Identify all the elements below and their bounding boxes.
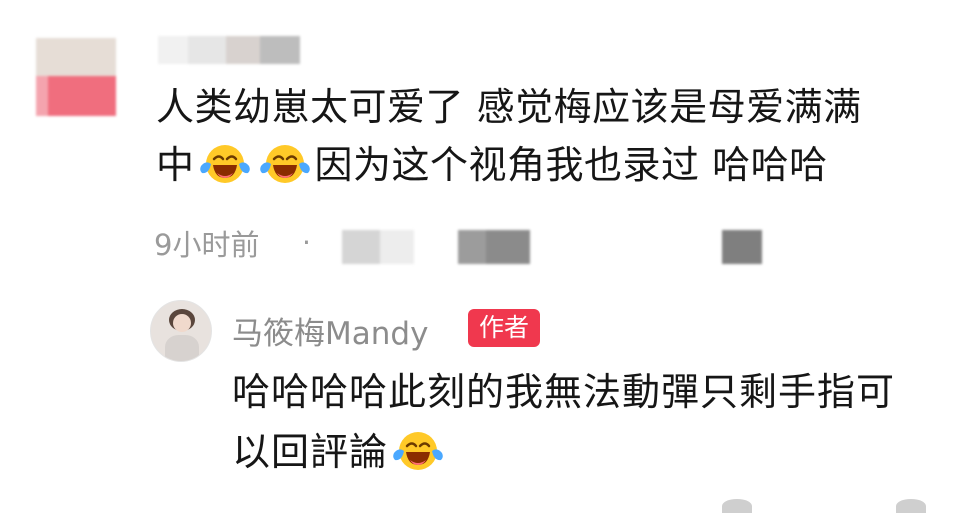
reply-button-redacted[interactable]	[458, 230, 530, 264]
location-redacted	[342, 230, 414, 264]
reply-username[interactable]: 马筱梅Mandy	[232, 308, 428, 353]
reply-line-2: 以回評論	[232, 422, 952, 482]
meta-separator: ·	[302, 226, 311, 259]
laughing-crying-emoji-icon	[390, 429, 446, 473]
comment-line-2-start: 中	[156, 143, 195, 187]
comment-line-1: 人类幼崽太可爱了 感觉梅应该是母爱满满	[156, 85, 862, 129]
cut-off-icon	[722, 499, 752, 513]
author-avatar[interactable]	[150, 300, 212, 362]
reply-body: 哈哈哈哈此刻的我無法動彈只剩手指可 以回評論	[232, 362, 952, 482]
comment-body: 人类幼崽太可爱了 感觉梅应该是母爱满满 中 因为这个视角我也录过 哈哈哈	[156, 78, 946, 194]
cut-off-icon	[896, 499, 926, 513]
author-badge: 作者	[468, 309, 541, 347]
laughing-crying-emoji-icon	[197, 142, 253, 186]
commenter-avatar[interactable]	[36, 38, 116, 116]
comment-line-2: 中 因为这个视角我也录过 哈哈哈	[156, 136, 946, 194]
like-button-redacted[interactable]	[722, 230, 762, 264]
comment-timestamp: 9小时前	[154, 228, 260, 262]
comment-line-2-end: 因为这个视角我也录过 哈哈哈	[314, 143, 828, 187]
reply-line-2-text: 以回評論	[232, 430, 389, 474]
laughing-crying-emoji-icon	[257, 142, 313, 186]
commenter-username-redacted[interactable]	[158, 36, 300, 64]
reply-line-1: 哈哈哈哈此刻的我無法動彈只剩手指可	[232, 370, 896, 414]
